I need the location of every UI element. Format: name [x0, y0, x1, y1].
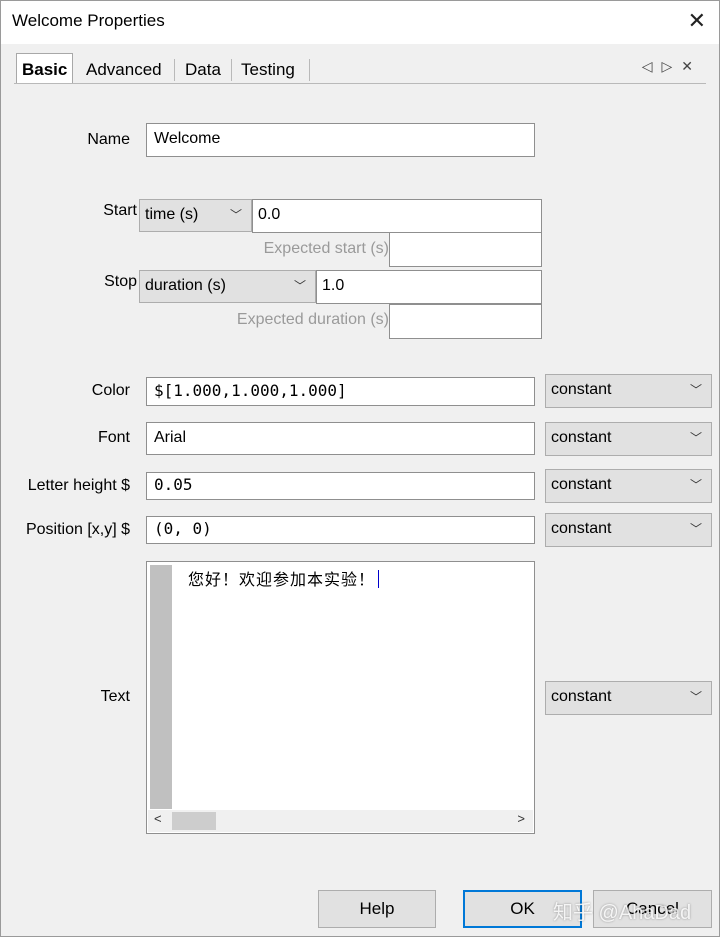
ok-button[interactable]: OK [463, 890, 582, 928]
chevron-down-icon: ﹀ [689, 383, 702, 397]
font-field[interactable]: Arial [146, 422, 535, 455]
cancel-button[interactable]: Cancel [593, 890, 712, 928]
stop-type-value: duration (s) [145, 277, 226, 294]
tab-basic[interactable]: Basic [16, 53, 74, 84]
font-mode-select[interactable]: constant ﹀ [545, 422, 712, 456]
start-type-select[interactable]: time (s) ﹀ [139, 199, 252, 232]
tab-prev-icon[interactable]: ◁ [642, 58, 662, 74]
letter-height-mode-value: constant [551, 476, 612, 493]
expected-start-label: Expected start (s) [263, 240, 389, 257]
chevron-down-icon: ﹀ [689, 522, 702, 536]
scrollbar-thumb[interactable] [172, 812, 216, 830]
chevron-down-icon: ﹀ [293, 279, 306, 293]
expected-duration-label: Expected duration (s) [236, 311, 389, 328]
window-title: Welcome Properties [12, 11, 165, 30]
scroll-left-icon[interactable]: < [154, 811, 162, 826]
tab-nav: ◁▷✕ [642, 58, 702, 75]
tab-separator [231, 59, 232, 81]
color-mode-select[interactable]: constant ﹀ [545, 374, 712, 408]
start-type-value: time (s) [145, 206, 199, 223]
start-value-field[interactable]: 0.0 [252, 199, 542, 233]
color-mode-value: constant [551, 381, 612, 398]
letter-height-mode-select[interactable]: constant ﹀ [545, 469, 712, 503]
letter-height-label: Letter height $ [27, 477, 130, 494]
letter-height-field[interactable]: 0.05 [146, 472, 535, 500]
text-caret [378, 570, 380, 588]
tab-testing[interactable]: Testing [241, 55, 295, 83]
stop-type-select[interactable]: duration (s) ﹀ [139, 270, 316, 303]
font-label: Font [97, 429, 130, 446]
font-mode-value: constant [551, 429, 612, 446]
tab-separator [309, 59, 310, 81]
tab-separator [174, 59, 175, 81]
position-label: Position [x,y] $ [25, 521, 130, 538]
text-editor[interactable]: 您好！欢迎参加本实验！ < > [146, 561, 535, 834]
text-mode-value: constant [551, 688, 612, 705]
chevron-down-icon: ﹀ [689, 690, 702, 704]
help-button[interactable]: Help [318, 890, 436, 928]
scroll-right-icon[interactable]: > [517, 811, 525, 826]
expected-duration-field[interactable] [389, 304, 542, 339]
chevron-down-icon: ﹀ [689, 478, 702, 492]
position-mode-value: constant [551, 520, 612, 537]
chevron-down-icon: ﹀ [229, 208, 242, 222]
tab-data[interactable]: Data [185, 55, 221, 83]
close-icon[interactable]: ✕ [688, 8, 706, 34]
tab-next-icon[interactable]: ▷ [661, 58, 681, 74]
position-mode-select[interactable]: constant ﹀ [545, 513, 712, 547]
tab-close-icon[interactable]: ✕ [681, 58, 702, 74]
stop-label: Stop [104, 273, 137, 290]
expected-start-field[interactable] [389, 232, 542, 267]
line-number-gutter [150, 565, 172, 809]
title-bar: Welcome Properties ✕ [0, 0, 720, 44]
text-label: Text [100, 688, 130, 705]
color-label: Color [91, 382, 130, 399]
position-field[interactable]: (0, 0) [146, 516, 535, 544]
name-field[interactable]: Welcome [146, 123, 535, 157]
color-field[interactable]: $[1.000,1.000,1.000] [146, 377, 535, 406]
tab-advanced[interactable]: Advanced [86, 55, 162, 83]
name-label: Name [87, 131, 130, 148]
text-mode-select[interactable]: constant ﹀ [545, 681, 712, 715]
stop-value-field[interactable]: 1.0 [316, 270, 542, 304]
text-content: 您好！欢迎参加本实验！ [188, 566, 380, 590]
chevron-down-icon: ﹀ [689, 431, 702, 445]
text-value: 您好！欢迎参加本实验！ [188, 572, 376, 589]
horizontal-scrollbar[interactable]: < > [148, 810, 533, 832]
start-label: Start [103, 202, 137, 219]
tab-underline [14, 83, 706, 84]
